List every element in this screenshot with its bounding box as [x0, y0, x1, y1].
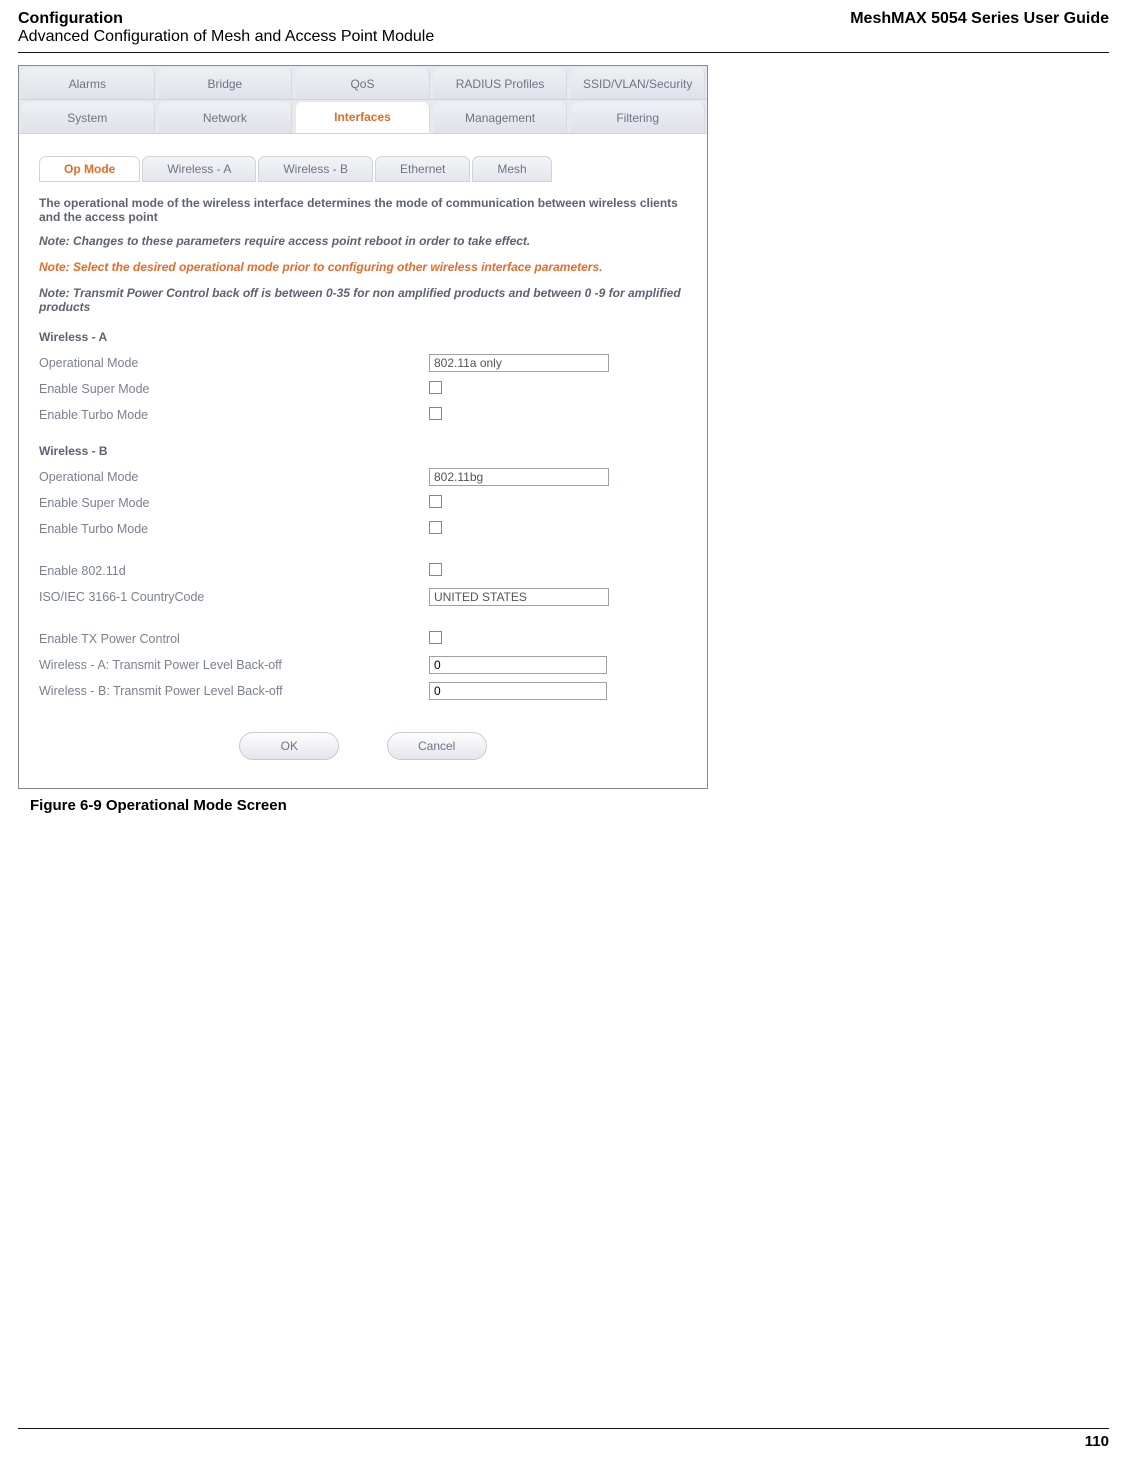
wa-backoff-label: Wireless - A: Transmit Power Level Back-…	[39, 658, 429, 672]
wb-turbo-label: Enable Turbo Mode	[39, 522, 429, 536]
tab-network[interactable]: Network	[159, 102, 293, 133]
wb-turbo-checkbox[interactable]	[429, 521, 442, 534]
page-footer: 110	[18, 1428, 1109, 1450]
header-subtitle: Advanced Configuration of Mesh and Acces…	[18, 28, 434, 46]
warning-note: Note: Select the desired operational mod…	[39, 260, 687, 274]
subtab-wireless-b[interactable]: Wireless - B	[258, 156, 373, 182]
subtab-op-mode[interactable]: Op Mode	[39, 156, 140, 182]
tab-system[interactable]: System	[21, 102, 155, 133]
wa-op-mode-select[interactable]: 802.11a only	[429, 354, 609, 372]
wa-super-checkbox[interactable]	[429, 381, 442, 394]
sub-tab-row: Op Mode Wireless - A Wireless - B Ethern…	[39, 156, 693, 182]
top-tab-row: Alarms Bridge QoS RADIUS Profiles SSID/V…	[19, 66, 707, 100]
tab-ssid-vlan-security[interactable]: SSID/VLAN/Security	[571, 68, 705, 99]
enable-tx-power-label: Enable TX Power Control	[39, 632, 429, 646]
footer-rule	[18, 1428, 1109, 1429]
ok-button[interactable]: OK	[239, 732, 339, 760]
tab-interfaces[interactable]: Interfaces	[296, 102, 430, 133]
tab-management[interactable]: Management	[434, 102, 568, 133]
subtab-mesh[interactable]: Mesh	[472, 156, 551, 182]
config-screenshot: Alarms Bridge QoS RADIUS Profiles SSID/V…	[18, 65, 708, 789]
wireless-a-heading: Wireless - A	[39, 330, 687, 344]
wb-super-label: Enable Super Mode	[39, 496, 429, 510]
intro-note: The operational mode of the wireless int…	[39, 196, 687, 224]
wireless-b-heading: Wireless - B	[39, 444, 687, 458]
wb-backoff-label: Wireless - B: Transmit Power Level Back-…	[39, 684, 429, 698]
tpc-note: Note: Transmit Power Control back off is…	[39, 286, 687, 314]
country-code-select[interactable]: UNITED STATES	[429, 588, 609, 606]
country-code-label: ISO/IEC 3166-1 CountryCode	[39, 590, 429, 604]
wb-backoff-input[interactable]	[429, 682, 607, 700]
tab-bridge[interactable]: Bridge	[159, 68, 293, 99]
enable-80211d-label: Enable 802.11d	[39, 564, 429, 578]
header-title: Configuration	[18, 10, 434, 28]
figure-caption: Figure 6-9 Operational Mode Screen	[30, 797, 1127, 814]
wa-turbo-label: Enable Turbo Mode	[39, 408, 429, 422]
reboot-note: Note: Changes to these parameters requir…	[39, 234, 687, 248]
enable-tx-power-checkbox[interactable]	[429, 631, 442, 644]
subtab-wireless-a[interactable]: Wireless - A	[142, 156, 256, 182]
tab-alarms[interactable]: Alarms	[21, 68, 155, 99]
wa-turbo-checkbox[interactable]	[429, 407, 442, 420]
page-header: Configuration Advanced Configuration of …	[0, 0, 1127, 50]
subtab-ethernet[interactable]: Ethernet	[375, 156, 470, 182]
panel-body: The operational mode of the wireless int…	[19, 182, 707, 788]
wa-super-label: Enable Super Mode	[39, 382, 429, 396]
wa-backoff-input[interactable]	[429, 656, 607, 674]
wa-op-mode-label: Operational Mode	[39, 356, 429, 370]
header-rule	[18, 52, 1109, 53]
cancel-button[interactable]: Cancel	[387, 732, 487, 760]
header-guide-name: MeshMAX 5054 Series User Guide	[850, 10, 1109, 46]
enable-80211d-checkbox[interactable]	[429, 563, 442, 576]
wb-super-checkbox[interactable]	[429, 495, 442, 508]
tab-radius-profiles[interactable]: RADIUS Profiles	[434, 68, 568, 99]
second-tab-row: System Network Interfaces Management Fil…	[19, 100, 707, 134]
page-number: 110	[18, 1433, 1109, 1450]
wb-op-mode-select[interactable]: 802.11bg	[429, 468, 609, 486]
wb-op-mode-label: Operational Mode	[39, 470, 429, 484]
tab-qos[interactable]: QoS	[296, 68, 430, 99]
tab-filtering[interactable]: Filtering	[571, 102, 705, 133]
